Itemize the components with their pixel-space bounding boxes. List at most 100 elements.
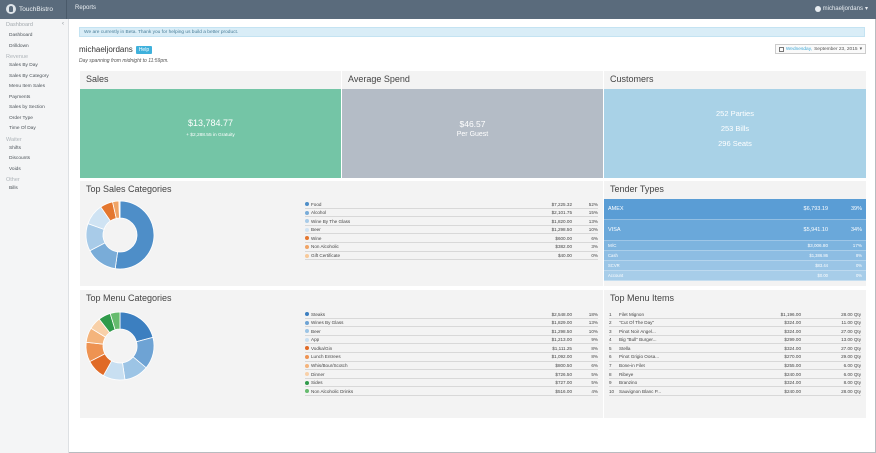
tender-row-visa[interactable]: VISA $5,941.10 34% bbox=[604, 220, 866, 241]
legend-name: App bbox=[311, 337, 320, 343]
user-menu[interactable]: michaeljordans ▾ bbox=[814, 5, 868, 12]
top-menu-items-list: 1 Filet Mignon $1,196.00 28.00 Qty 2 "Cut Of … bbox=[609, 310, 861, 396]
legend-row: Steaks $2,548.00 18% bbox=[305, 310, 598, 319]
tender-percent: 0% bbox=[855, 262, 862, 268]
sidebar-item-discounts[interactable]: Discounts bbox=[0, 154, 68, 165]
menu-item-quantity: 28.00 Qty bbox=[841, 388, 861, 394]
legend-percent: 5% bbox=[591, 371, 598, 377]
menu-item-quantity: 29.00 Qty bbox=[841, 354, 861, 360]
nav-reports-link[interactable]: Reports bbox=[75, 5, 96, 11]
help-button[interactable]: Help bbox=[135, 45, 153, 54]
legend-name: Wine bbox=[311, 235, 322, 241]
legend-percent: 10% bbox=[588, 227, 598, 233]
legend-amount: $1,092.00 bbox=[551, 354, 572, 360]
customers-title: Customers bbox=[610, 74, 654, 84]
legend-amount: $2,101.75 bbox=[551, 210, 572, 216]
legend-amount: $1,213.00 bbox=[551, 337, 572, 343]
legend-swatch bbox=[305, 389, 309, 394]
tender-amount: $6,793.19 bbox=[803, 205, 828, 212]
tender-name: Cash bbox=[608, 252, 618, 258]
menu-item-rank: 8 bbox=[609, 371, 612, 377]
date-value: September 23, 2015 bbox=[814, 46, 858, 52]
legend-name: Non Alcoholic bbox=[311, 244, 339, 250]
sidebar-item-bills[interactable]: Bills bbox=[0, 184, 68, 195]
menu-item-amount: $240.00 bbox=[784, 388, 801, 394]
menu-item-row: 8 Ribeye $240.00 6.00 Qty bbox=[609, 370, 861, 379]
legend-amount: $1,829.00 bbox=[551, 320, 572, 326]
menu-item-row: 9 Branzino $324.00 8.00 Qty bbox=[609, 379, 861, 388]
legend-percent: 6% bbox=[591, 363, 598, 369]
sidebar-item-sales-by-day[interactable]: Sales By Day bbox=[0, 61, 68, 72]
menu-item-row: 5 Stella $324.00 27.00 Qty bbox=[609, 344, 861, 353]
sidebar-item-drilldown[interactable]: Drilldown bbox=[0, 42, 68, 53]
top-menu-categories-panel: Top Menu Categories Steaks $2,548.00 18% Wi… bbox=[80, 290, 603, 418]
sidebar-item-sales-by-section[interactable]: Sales by Section bbox=[0, 103, 68, 114]
menu-item-amount: $1,196.00 bbox=[780, 311, 801, 317]
tender-amount: $83.44 bbox=[815, 262, 828, 268]
legend-percent: 18% bbox=[588, 311, 598, 317]
legend-amount: $1,298.50 bbox=[551, 227, 572, 233]
menu-item-name: Sauvignon Blanc P... bbox=[619, 388, 662, 394]
legend-percent: 0% bbox=[591, 253, 598, 259]
menu-item-name: Pinot Grigio Oosa... bbox=[619, 354, 660, 360]
tender-types-title: Tender Types bbox=[610, 184, 664, 194]
menu-item-quantity: 11.00 Qty bbox=[841, 320, 861, 326]
legend-swatch bbox=[305, 210, 309, 215]
donut-slice-steaks[interactable] bbox=[119, 311, 154, 343]
tender-percent: 39% bbox=[850, 205, 862, 212]
menu-item-rank: 9 bbox=[609, 380, 612, 386]
sidebar-item-dashboard[interactable]: Dashboard bbox=[0, 31, 68, 42]
sidebar-item-sales-by-category[interactable]: Sales By Category bbox=[0, 72, 68, 83]
sidebar-section-waiter: Waiter bbox=[6, 136, 22, 143]
legend-name: Sides bbox=[311, 380, 323, 386]
donut-slice-food[interactable] bbox=[114, 200, 155, 270]
sidebar-header-label: Dashboard bbox=[6, 22, 33, 28]
sales-title: Sales bbox=[86, 74, 109, 84]
menu-item-amount: $255.00 bbox=[784, 363, 801, 369]
tender-row-account[interactable]: Account $0.00 0% bbox=[604, 271, 866, 281]
sidebar-item-time-of-day[interactable]: Time Of Day bbox=[0, 124, 68, 135]
sidebar-item-menu-item-sales[interactable]: Menu Item Sales bbox=[0, 82, 68, 93]
legend-percent: 13% bbox=[588, 218, 598, 224]
collapse-chevron-icon[interactable]: ‹ bbox=[62, 21, 64, 27]
tender-percent: 0% bbox=[855, 272, 862, 278]
legend-name: Wine By The Glass bbox=[311, 218, 351, 224]
menu-item-amount: $324.00 bbox=[784, 345, 801, 351]
caret-down-icon: ▾ bbox=[864, 6, 868, 12]
sidebar-list: Dashboard Drilldown Revenue Sales By Day Sal… bbox=[0, 31, 68, 195]
sidebar-item-payments[interactable]: Payments bbox=[0, 93, 68, 104]
legend-swatch bbox=[305, 253, 309, 258]
legend-row: Wines By Glass $1,829.00 13% bbox=[305, 319, 598, 328]
legend-name: Alcohol bbox=[311, 210, 327, 216]
legend-row: Vodka/Gin $1,111.25 8% bbox=[305, 344, 598, 353]
legend-swatch bbox=[305, 380, 309, 385]
sidebar-item-voids[interactable]: Voids bbox=[0, 165, 68, 176]
legend-row: Wine $600.00 6% bbox=[305, 234, 598, 243]
tender-row-amex[interactable]: AMEX $6,793.19 39% bbox=[604, 199, 866, 220]
tender-row-scvr[interactable]: SCVR $83.44 0% bbox=[604, 261, 866, 271]
legend-swatch bbox=[305, 312, 309, 316]
sidebar-item-order-type[interactable]: Order Type bbox=[0, 114, 68, 125]
legend-swatch bbox=[305, 244, 309, 249]
brand-label: TouchBistro bbox=[19, 5, 53, 13]
sales-gratuity: + $2,288.55 in Gratuity bbox=[186, 133, 235, 138]
sidebar-section-other: Other bbox=[6, 177, 20, 183]
donut-slice-gift-certificate[interactable] bbox=[118, 200, 121, 219]
tender-types-panel: Tender Types AMEX $6,793.19 39% VISA $5,941.… bbox=[604, 181, 866, 286]
tender-row-m/c[interactable]: M/C $3,006.80 17% bbox=[604, 241, 866, 251]
tender-row-cash[interactable]: Cash $1,386.86 8% bbox=[604, 251, 866, 261]
sales-amount: $13,784.77 bbox=[187, 118, 234, 128]
tender-name: Account bbox=[608, 272, 624, 278]
date-picker[interactable]: Wednesday, September 23, 2015 ▾ bbox=[774, 44, 866, 54]
menu-item-amount: $299.00 bbox=[784, 337, 801, 343]
legend-amount: $40.00 bbox=[557, 253, 572, 259]
menu-item-row: 4 Big "Bull" Burger... $299.00 13.00 Qty bbox=[609, 336, 861, 345]
user-icon bbox=[814, 5, 821, 12]
sidebar-item-shifts[interactable]: Shifts bbox=[0, 144, 68, 155]
menu-item-rank: 6 bbox=[609, 354, 612, 360]
customers-parties: 252 Parties bbox=[716, 109, 754, 118]
legend-amount: $516.00 bbox=[555, 388, 572, 394]
brand[interactable]: TouchBistro bbox=[6, 4, 53, 14]
legend-row: Lunch Entrees $1,092.00 8% bbox=[305, 353, 598, 362]
beta-banner: We are currently in Beta. Thank you for … bbox=[79, 27, 865, 37]
